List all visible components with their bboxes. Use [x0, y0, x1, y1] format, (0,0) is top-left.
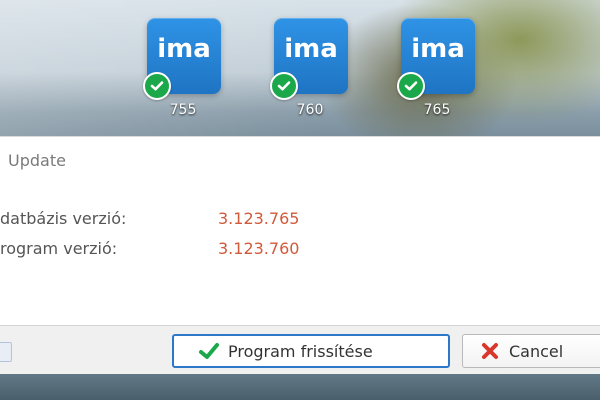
partial-toolbar-icon[interactable]	[0, 342, 12, 362]
database-version-value: 3.123.765	[218, 209, 300, 228]
update-program-button[interactable]: Program frissítése	[172, 334, 450, 368]
desktop-shortcut-765[interactable]: ima 765	[397, 18, 477, 128]
program-version-value: 3.123.760	[218, 239, 300, 258]
check-icon	[198, 340, 220, 362]
update-dialog: Update datbázis verzió: 3.123.765 rogram…	[0, 136, 600, 376]
dialog-footer: Program frissítése Cancel	[0, 325, 600, 376]
desktop-shortcut-label: 755	[169, 102, 197, 118]
check-badge-icon	[270, 72, 298, 100]
desktop-shortcut-755[interactable]: ima 755	[143, 18, 223, 128]
desktop-shortcut-label: 765	[423, 102, 451, 118]
ima-logo-text: ima	[284, 34, 338, 64]
check-badge-icon	[143, 72, 171, 100]
desktop-shortcut-label: 760	[296, 102, 324, 118]
x-icon	[479, 340, 501, 362]
desktop-bottom-strip	[0, 374, 600, 400]
update-program-label: Program frissítése	[228, 341, 373, 361]
dialog-title: Update	[8, 151, 66, 170]
program-version-label: rogram verzió:	[0, 239, 118, 258]
ima-logo-text: ima	[411, 34, 465, 64]
ima-logo-text: ima	[157, 34, 211, 64]
cancel-button[interactable]: Cancel	[462, 334, 600, 368]
cancel-label: Cancel	[509, 341, 564, 361]
desktop-shortcut-760[interactable]: ima 760	[270, 18, 350, 128]
database-version-label: datbázis verzió:	[0, 209, 127, 228]
check-badge-icon	[397, 72, 425, 100]
